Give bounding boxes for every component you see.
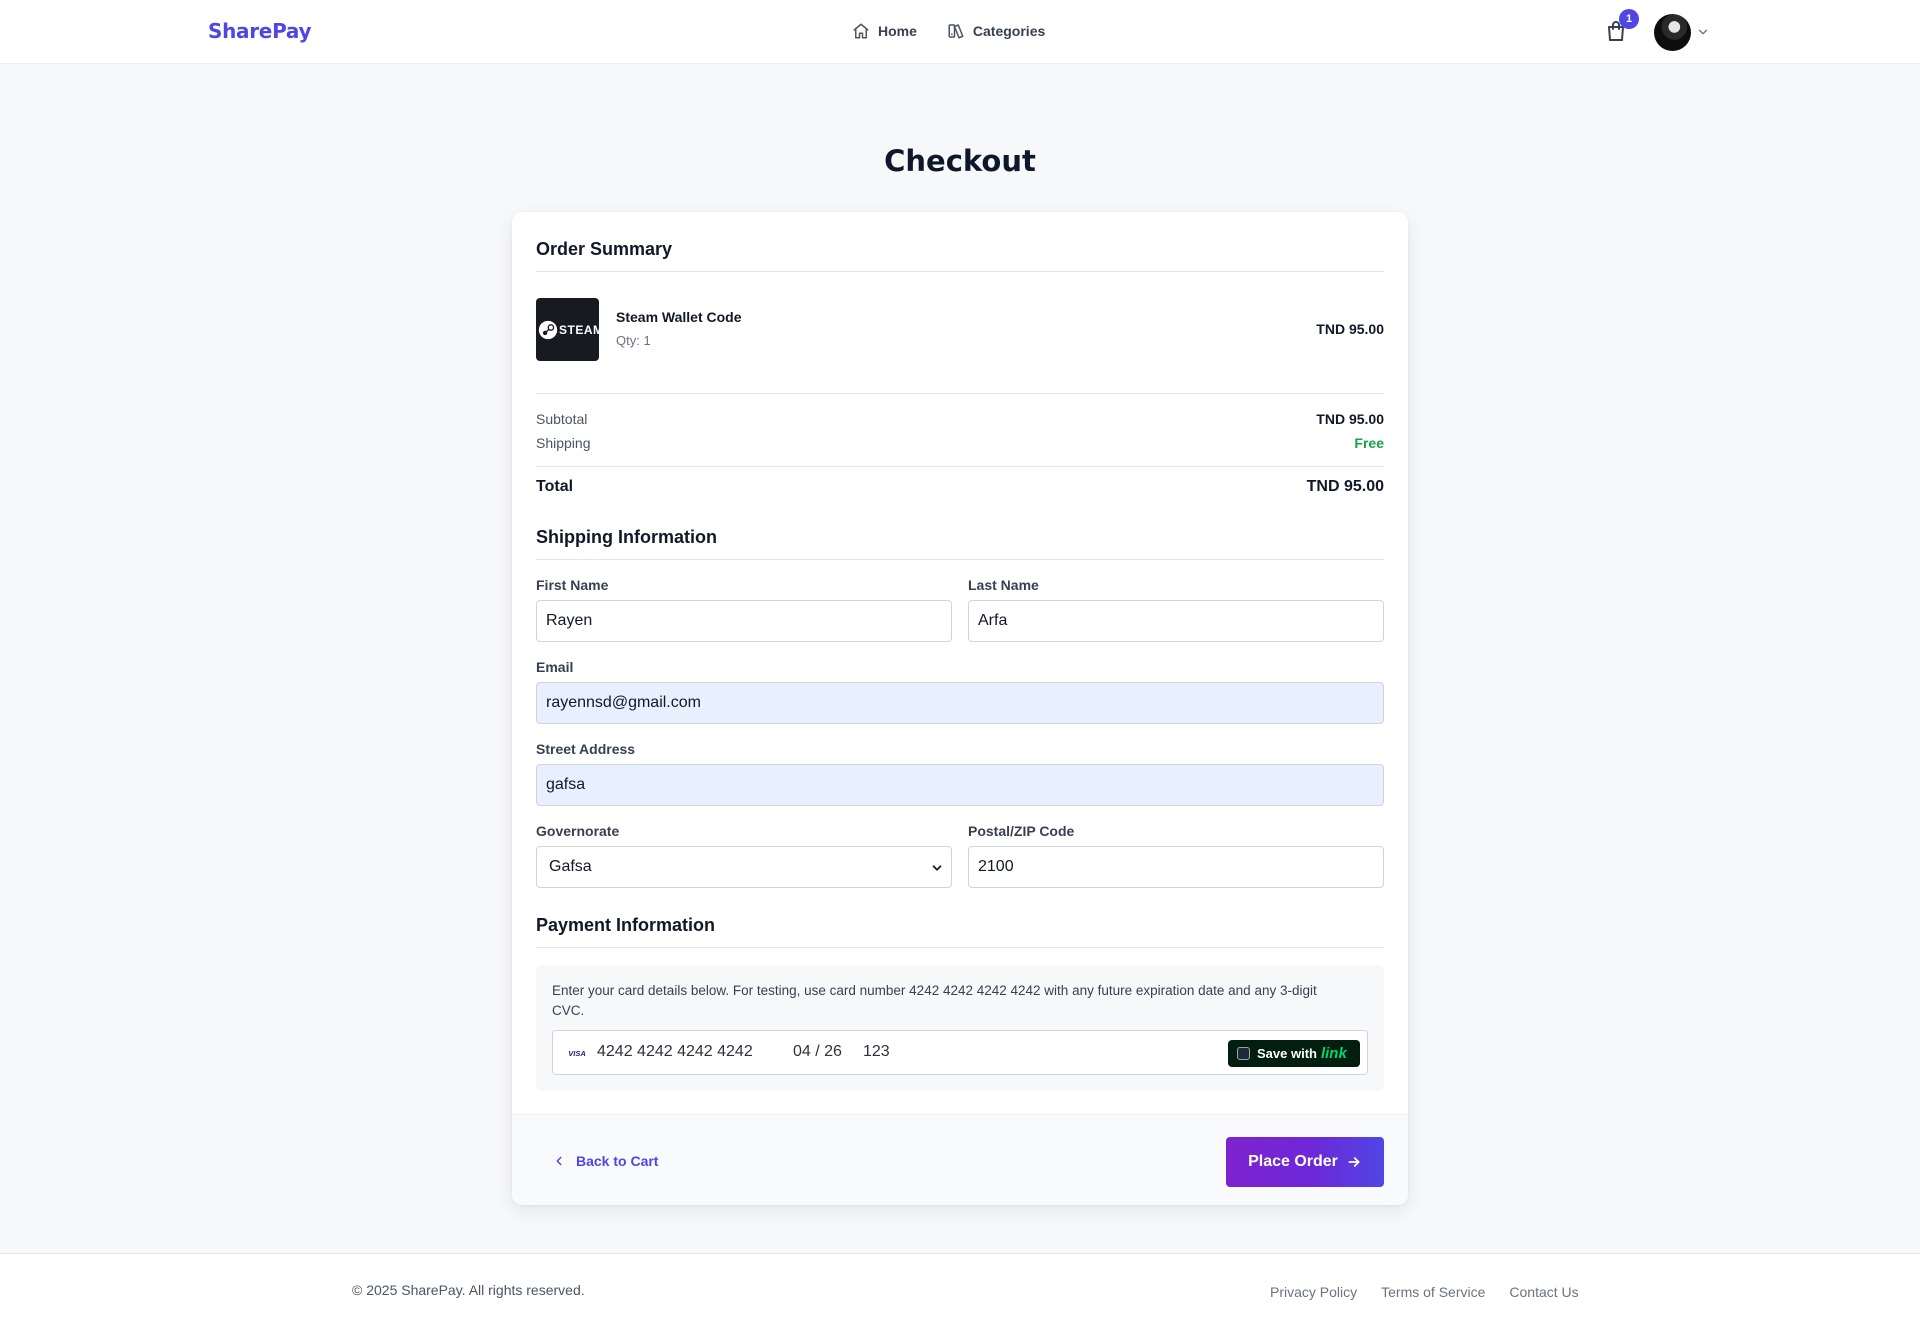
street-address-input[interactable]	[536, 764, 1384, 806]
zip-label: Postal/ZIP Code	[968, 823, 1075, 839]
nav-home-link[interactable]: Home	[852, 22, 917, 40]
terms-of-service-link[interactable]: Terms of Service	[1381, 1284, 1485, 1300]
card-cvc-input[interactable]: 123	[863, 1043, 890, 1061]
governorate-select[interactable]: Gafsa	[536, 846, 952, 888]
home-icon	[853, 23, 869, 39]
back-to-cart-link[interactable]: Back to Cart	[552, 1153, 658, 1169]
nav-home-label: Home	[878, 23, 917, 39]
payment-box: Enter your card details below. For testi…	[536, 965, 1384, 1091]
visa-text: VISA	[568, 1049, 586, 1058]
visa-card-icon: VISA	[565, 1046, 589, 1060]
subtotal-value: TND 95.00	[1316, 411, 1384, 427]
subtotal-label: Subtotal	[536, 411, 588, 427]
place-order-button[interactable]: Place Order	[1226, 1137, 1384, 1187]
governorate-label: Governorate	[536, 823, 620, 839]
product-image-text: STEAM	[559, 323, 599, 337]
card-expiry-input[interactable]: 04 / 26	[793, 1043, 842, 1061]
arrow-right-icon	[1348, 1157, 1360, 1167]
save-with-link-checkbox[interactable]	[1237, 1047, 1250, 1060]
divider	[536, 393, 1384, 394]
divider	[536, 559, 1384, 560]
contact-us-link[interactable]: Contact Us	[1509, 1284, 1578, 1300]
top-navbar: SharePay Home Categories 1	[0, 0, 1920, 64]
save-with-link-button[interactable]: Save with link	[1228, 1040, 1360, 1067]
steam-logo-icon	[538, 320, 558, 340]
divider	[536, 947, 1384, 948]
payment-note: Enter your card details below. For testi…	[552, 983, 1317, 1018]
first-name-label: First Name	[536, 577, 609, 593]
street-address-label: Street Address	[536, 741, 636, 757]
product-name: Steam Wallet Code	[616, 309, 742, 325]
checkout-card: Order Summary STEAM Steam Wallet Code Qt…	[512, 212, 1408, 1205]
shipping-value: Free	[1354, 435, 1384, 451]
divider	[536, 271, 1384, 272]
product-price: TND 95.00	[1316, 321, 1384, 337]
brand-logo[interactable]: SharePay	[208, 19, 312, 43]
nav-categories-link[interactable]: Categories	[947, 22, 1045, 40]
save-with-link-label: Save with	[1257, 1046, 1317, 1061]
place-order-label: Place Order	[1248, 1153, 1338, 1170]
governorate-value: Gafsa	[549, 858, 592, 875]
first-name-input[interactable]	[536, 600, 952, 642]
chevron-down-icon[interactable]	[1696, 25, 1710, 39]
total-value: TND 95.00	[1306, 478, 1384, 495]
nav-categories-label: Categories	[972, 23, 1046, 39]
shipping-label: Shipping	[536, 435, 591, 451]
link-brand-logo: link	[1320, 1045, 1347, 1062]
chevron-down-icon	[932, 865, 942, 871]
order-summary-title: Order Summary	[536, 239, 673, 259]
card-element[interactable]: VISA 4242 4242 4242 4242 04 / 26 123 Sav…	[552, 1030, 1368, 1075]
card-number-input[interactable]: 4242 4242 4242 4242	[597, 1043, 753, 1061]
chevron-left-icon	[556, 1156, 562, 1166]
page-title: Checkout	[884, 144, 1036, 178]
total-label: Total	[536, 478, 574, 495]
divider	[536, 466, 1384, 467]
product-qty: Qty: 1	[616, 333, 651, 348]
email-label: Email	[536, 659, 574, 675]
site-footer: © 2025 SharePay. All rights reserved. Pr…	[0, 1253, 1920, 1326]
zip-input[interactable]	[968, 846, 1384, 888]
card-actions-bar: Back to Cart Place Order	[512, 1114, 1408, 1205]
payment-info-title: Payment Information	[536, 915, 716, 935]
categories-icon	[948, 24, 964, 39]
email-input[interactable]	[536, 682, 1384, 724]
last-name-label: Last Name	[968, 577, 1039, 593]
footer-links: Privacy Policy Terms of Service Contact …	[1270, 1284, 1579, 1300]
product-image: STEAM	[536, 298, 599, 361]
user-avatar[interactable]	[1654, 14, 1691, 51]
last-name-input[interactable]	[968, 600, 1384, 642]
copyright-text: © 2025 SharePay. All rights reserved.	[352, 1282, 585, 1298]
shipping-info-title: Shipping Information	[536, 527, 717, 547]
cart-count-badge: 1	[1619, 9, 1639, 29]
privacy-policy-link[interactable]: Privacy Policy	[1270, 1284, 1357, 1300]
main-nav: Home Categories	[852, 22, 1045, 40]
back-to-cart-label: Back to Cart	[576, 1153, 659, 1169]
